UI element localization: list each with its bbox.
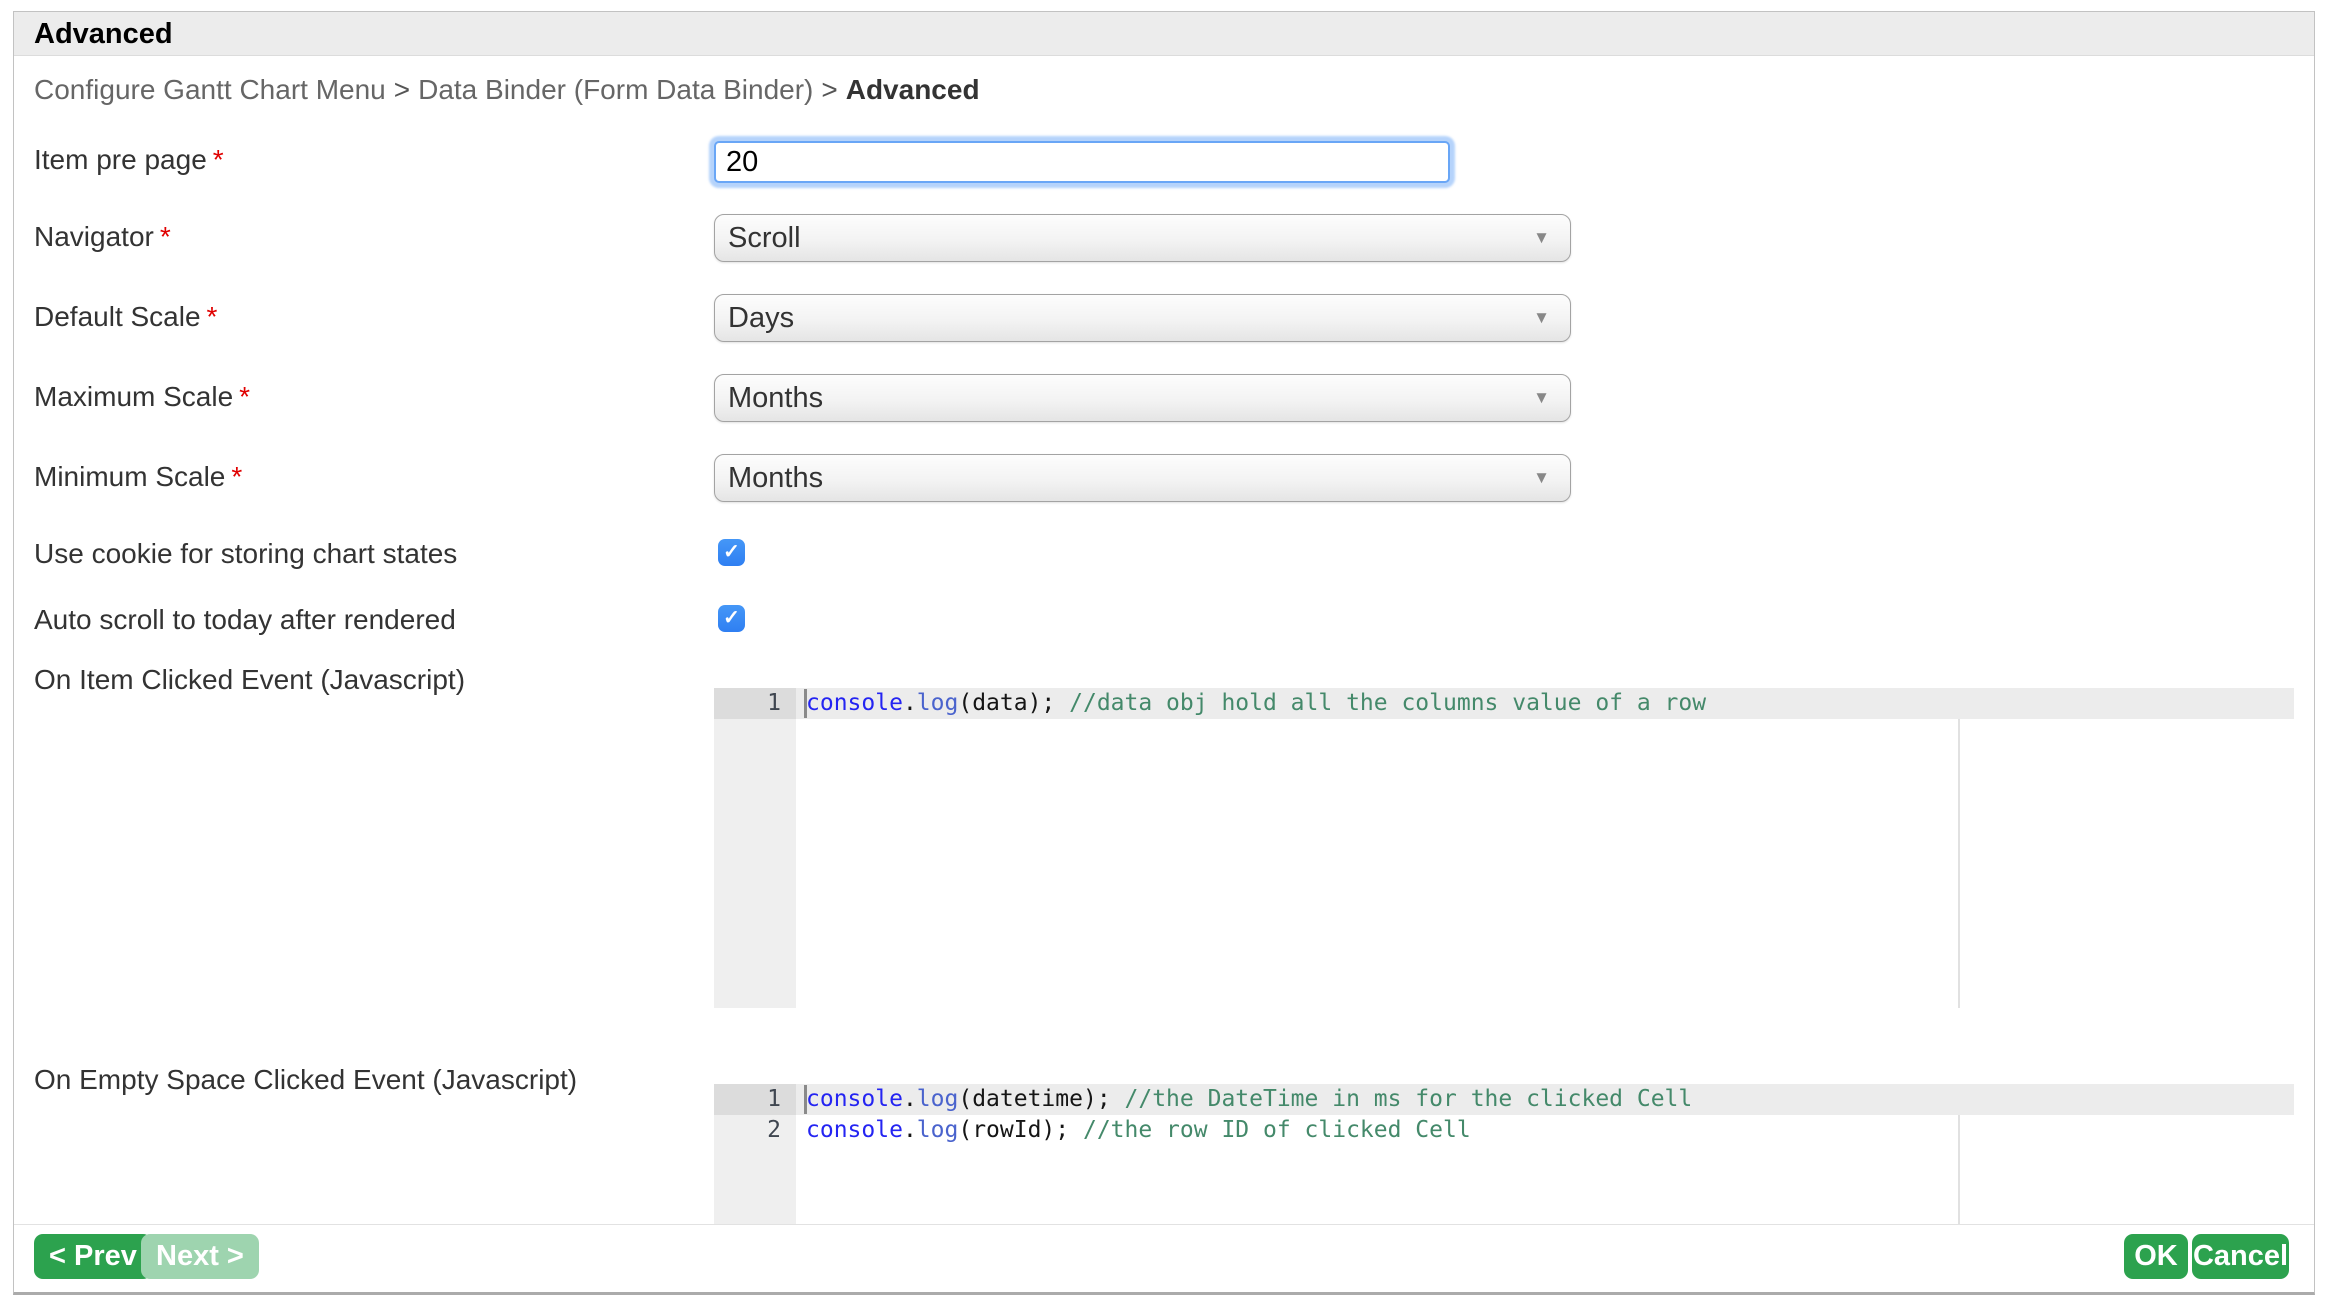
default-scale-select[interactable]: Days ▼ <box>714 294 1571 342</box>
editor-code-area[interactable]: console.log(data); //data obj hold all t… <box>796 688 2294 1008</box>
item-pre-page-input[interactable] <box>714 141 1450 183</box>
navigator-selected-value: Scroll <box>728 215 801 261</box>
advanced-dialog: Advanced Configure Gantt Chart Menu > Data… <box>13 11 2315 1295</box>
navigator-select[interactable]: Scroll ▼ <box>714 214 1571 262</box>
minimum-scale-label: Minimum Scale* <box>34 461 242 493</box>
editor-print-margin <box>1958 688 1960 1008</box>
editor-line-number-gutter: 1 <box>714 688 796 1008</box>
dialog-title: Advanced <box>34 12 173 56</box>
required-asterisk: * <box>239 381 250 412</box>
chevron-down-icon: ▼ <box>1533 375 1550 421</box>
check-icon: ✓ <box>718 539 745 566</box>
default-scale-label: Default Scale* <box>34 301 217 333</box>
required-asterisk: * <box>160 221 171 252</box>
on-item-clicked-label: On Item Clicked Event (Javascript) <box>34 664 465 696</box>
breadcrumb-item-menu[interactable]: Configure Gantt Chart Menu <box>34 74 386 105</box>
on-item-clicked-code-editor[interactable]: 1 console.log(data); //data obj hold all… <box>714 688 2294 1008</box>
chevron-down-icon: ▼ <box>1533 295 1550 341</box>
dialog-title-bar: Advanced <box>14 12 2314 56</box>
auto-scroll-label: Auto scroll to today after rendered <box>34 604 456 636</box>
item-pre-page-label: Item pre page* <box>34 144 224 176</box>
ok-button[interactable]: OK <box>2124 1234 2188 1279</box>
default-scale-selected-value: Days <box>728 295 794 341</box>
on-empty-space-clicked-label: On Empty Space Clicked Event (Javascript… <box>34 1064 577 1096</box>
footer-divider <box>14 1224 2314 1225</box>
breadcrumb-separator: > <box>821 74 837 105</box>
required-asterisk: * <box>231 461 242 492</box>
prev-button[interactable]: < Prev <box>34 1234 152 1279</box>
chevron-down-icon: ▼ <box>1533 215 1550 261</box>
maximum-scale-selected-value: Months <box>728 375 823 421</box>
chevron-down-icon: ▼ <box>1533 455 1550 501</box>
on-empty-space-clicked-code-editor[interactable]: 12 console.log(datetime); //the DateTime… <box>714 1084 2294 1224</box>
minimum-scale-selected-value: Months <box>728 455 823 501</box>
navigator-label: Navigator* <box>34 221 171 253</box>
maximum-scale-label: Maximum Scale* <box>34 381 250 413</box>
breadcrumb-item-data-binder[interactable]: Data Binder (Form Data Binder) <box>418 74 813 105</box>
cancel-button[interactable]: Cancel <box>2192 1234 2289 1279</box>
breadcrumb-current: Advanced <box>846 74 980 105</box>
use-cookie-checkbox[interactable]: ✓ <box>718 539 745 566</box>
next-button[interactable]: Next > <box>141 1234 259 1279</box>
editor-line-number-gutter: 12 <box>714 1084 796 1224</box>
editor-code-area[interactable]: console.log(datetime); //the DateTime in… <box>796 1084 2294 1224</box>
breadcrumb-separator: > <box>394 74 410 105</box>
required-asterisk: * <box>213 144 224 175</box>
auto-scroll-checkbox[interactable]: ✓ <box>718 605 745 632</box>
minimum-scale-select[interactable]: Months ▼ <box>714 454 1571 502</box>
required-asterisk: * <box>207 301 218 332</box>
breadcrumb: Configure Gantt Chart Menu > Data Binder (… <box>34 74 980 106</box>
use-cookie-label: Use cookie for storing chart states <box>34 538 457 570</box>
check-icon: ✓ <box>718 605 745 632</box>
maximum-scale-select[interactable]: Months ▼ <box>714 374 1571 422</box>
